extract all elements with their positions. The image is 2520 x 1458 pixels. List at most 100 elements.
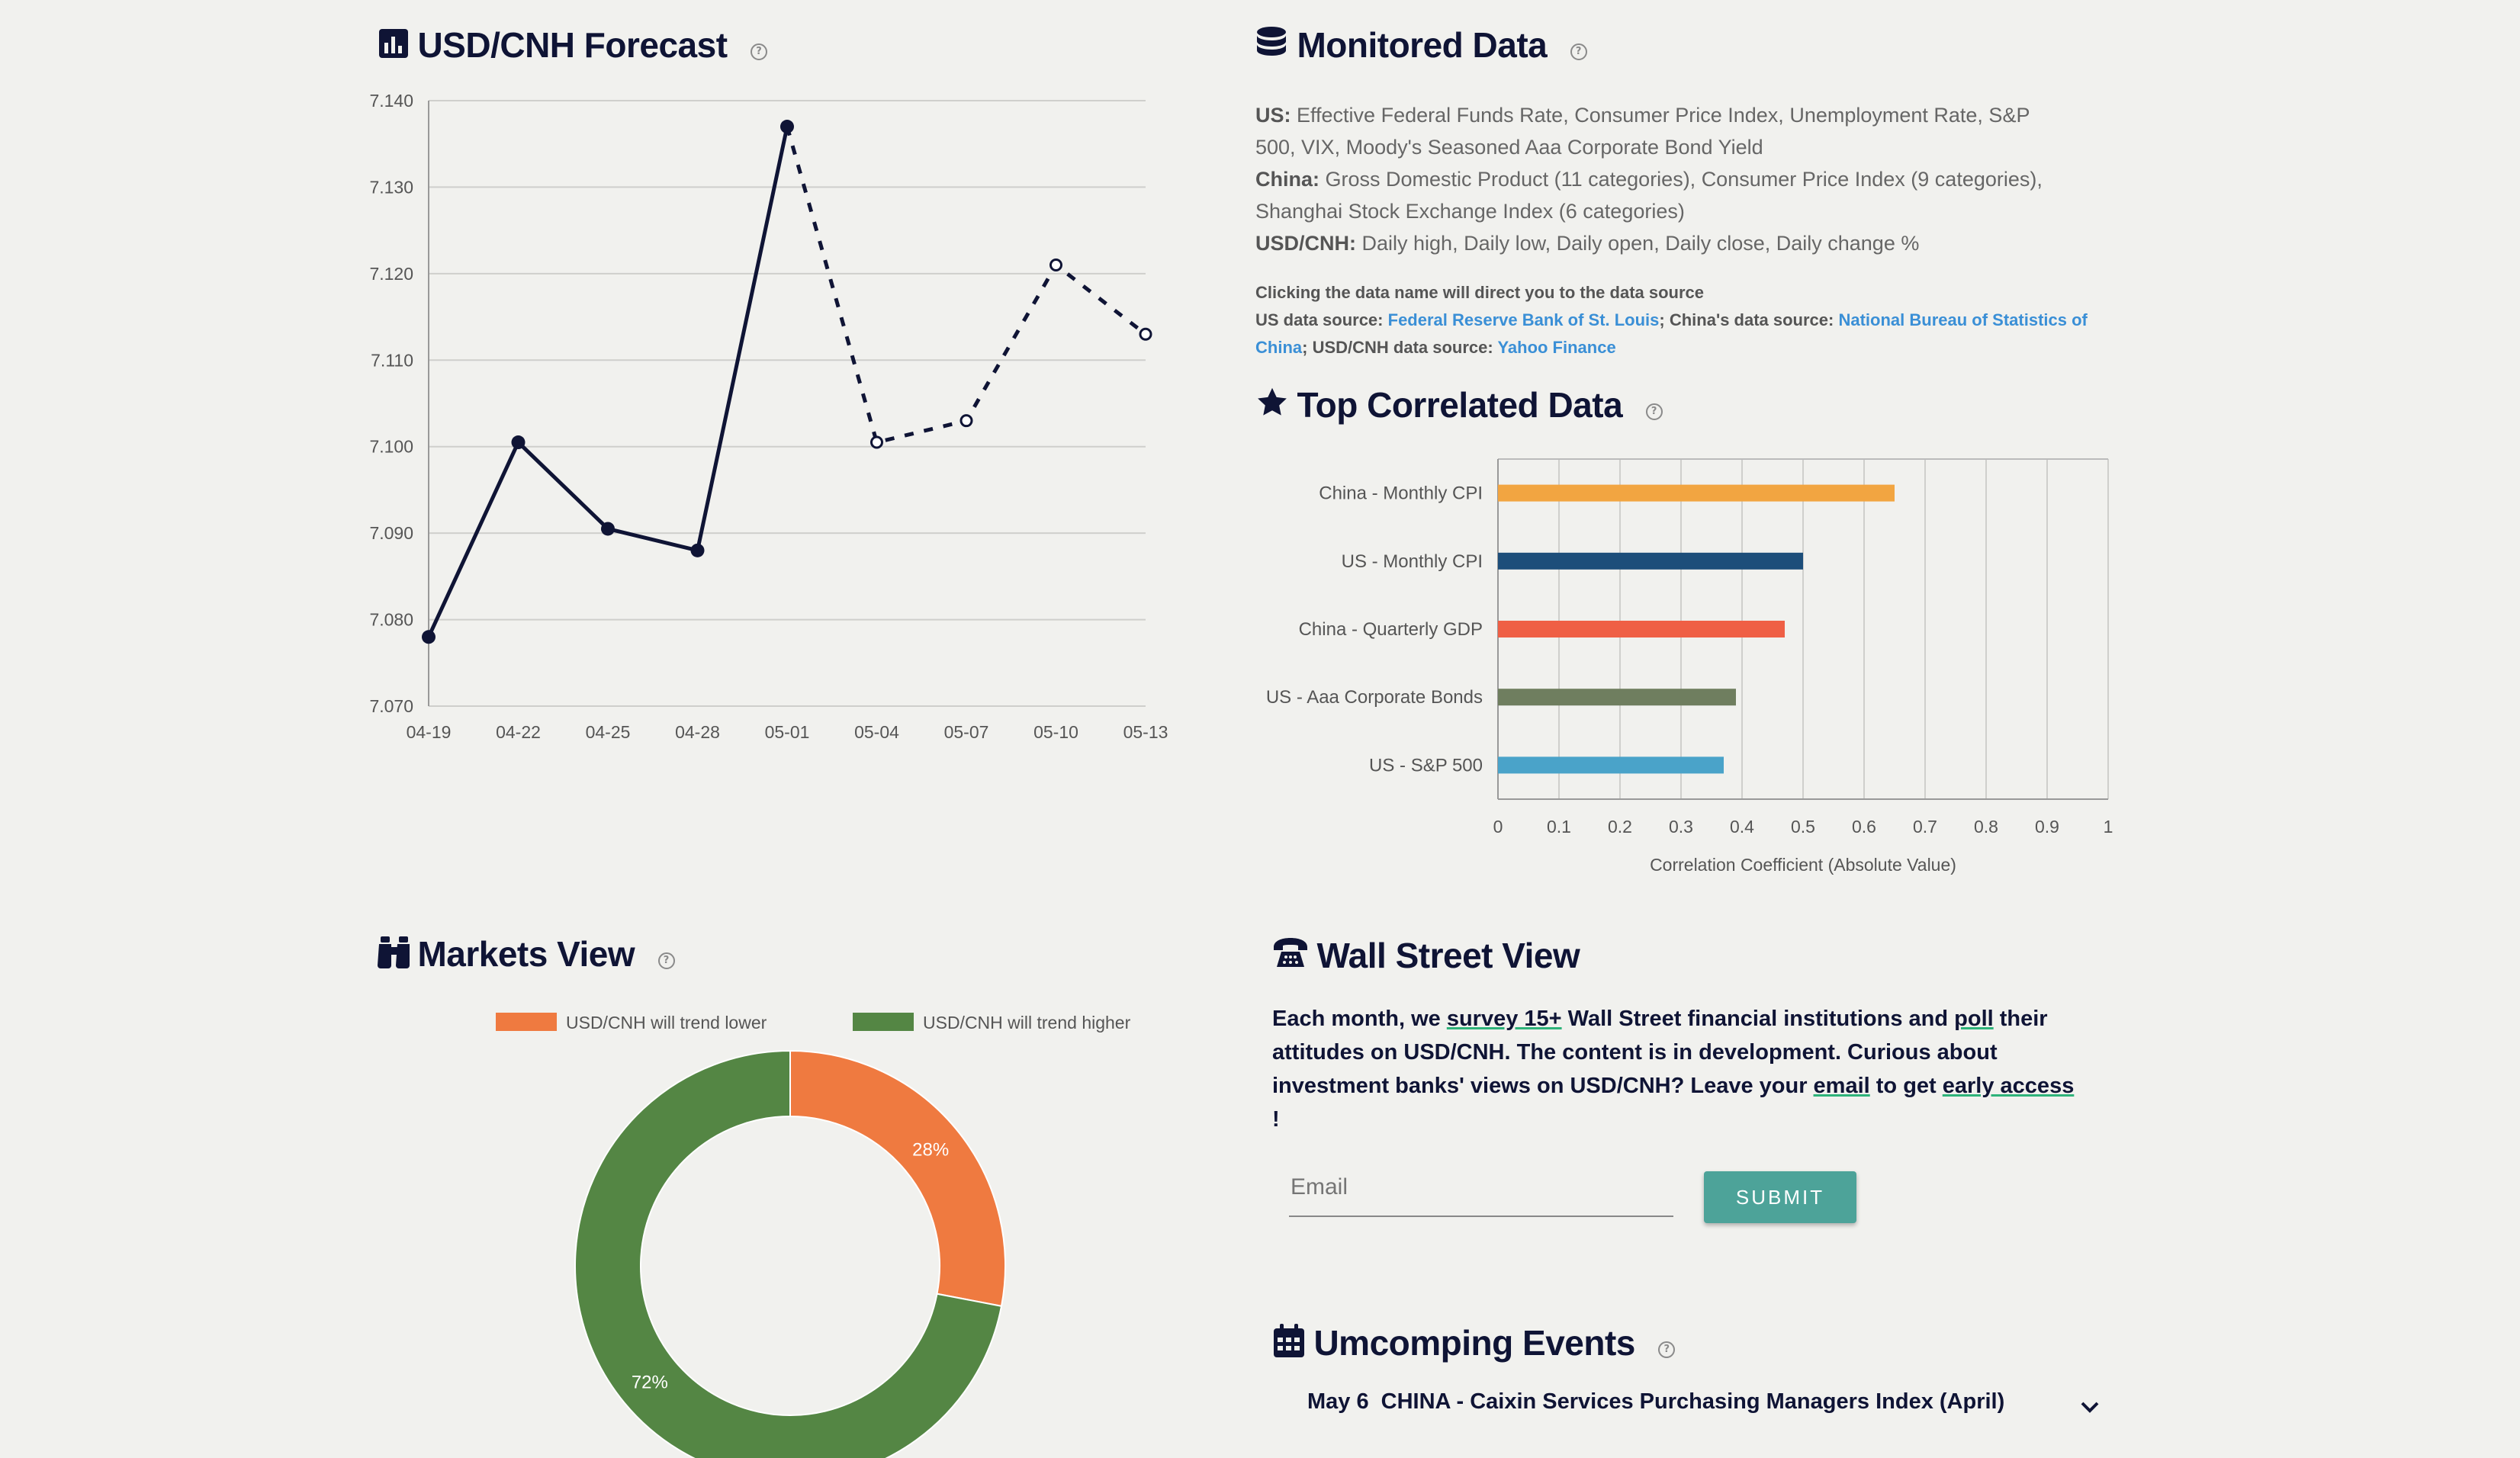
actual-point — [601, 522, 615, 536]
forecast-series-line — [785, 126, 1147, 445]
forecast-point — [1049, 259, 1062, 272]
x-tick-label: 0.8 — [1974, 817, 1998, 837]
events-header: Umcomping Events ? — [1272, 1322, 1676, 1363]
x-tick-label: 05-07 — [944, 722, 989, 742]
x-tick-label: 0.7 — [1913, 817, 1937, 837]
wallstreet-header: Wall Street View — [1272, 935, 1580, 976]
fx-series-list[interactable]: Daily high, Daily low, Daily open, Daily… — [1362, 232, 1920, 255]
x-tick-label: 04-28 — [675, 722, 720, 742]
x-tick-label: 04-25 — [586, 722, 631, 742]
x-tick-label: 0 — [1493, 817, 1503, 837]
forecast-line-chart: 7.070 7.080 7.090 7.100 7.110 7.120 7.130 7.140… — [369, 91, 1168, 742]
email-link[interactable]: email — [1814, 1074, 1870, 1098]
forecast-point — [1139, 327, 1152, 341]
source-line: US data source: Federal Reserve Bank of … — [1255, 307, 2110, 361]
poll-link[interactable]: poll — [1954, 1007, 1994, 1031]
actual-series-line — [426, 126, 789, 638]
events-title: Umcomping Events — [1313, 1323, 1635, 1363]
correlation-bar-chart: 0 0.1 0.2 0.3 0.4 0.5 0.6 0.7 0.8 0.9 1 China - Mon… — [1266, 458, 2113, 875]
wallstreet-title: Wall Street View — [1316, 936, 1580, 975]
markets-title: Markets View — [417, 934, 635, 974]
fx-monitored: USD/CNH: Daily high, Daily low, Daily op… — [1255, 227, 2049, 259]
forecast-header: USD/CNH Forecast ? — [378, 24, 767, 66]
china-label: China: — [1255, 168, 1319, 191]
actual-point — [780, 120, 794, 134]
actual-point — [511, 435, 526, 450]
forecast-title: USD/CNH Forecast — [417, 25, 728, 65]
event-item[interactable]: May 6 CHINA - Caixin Services Purchasing… — [1307, 1389, 2101, 1415]
x-tick-label: 0.5 — [1791, 817, 1815, 837]
actual-point — [690, 543, 705, 557]
x-tick-label: 0.9 — [2035, 817, 2059, 837]
markets-header: Markets View ? — [376, 933, 675, 975]
x-tick-label: 05-13 — [1123, 722, 1168, 742]
legend-label: USD/CNH will trend lower — [566, 1013, 767, 1032]
database-icon — [1257, 27, 1286, 56]
x-tick-label: 04-22 — [496, 722, 541, 742]
ws-text-1: Each month, we — [1272, 1007, 1447, 1031]
forecast-point — [959, 414, 973, 428]
china-source-label: ; China's data source: — [1659, 310, 1834, 329]
category-label: US - S&P 500 — [1369, 755, 1483, 776]
legend-swatch — [496, 1013, 557, 1031]
events-help-icon[interactable]: ? — [1658, 1341, 1676, 1358]
email-input[interactable] — [1289, 1159, 1673, 1217]
y-tick-label: 7.110 — [371, 350, 413, 370]
forecast-help-icon[interactable]: ? — [751, 43, 767, 60]
legend-label: USD/CNH will trend higher — [923, 1013, 1131, 1032]
correlated-help-icon[interactable]: ? — [1645, 403, 1663, 420]
x-tick-label: 0.1 — [1547, 817, 1571, 837]
data-sources: Clicking the data name will direct you t… — [1255, 279, 2110, 361]
correlation-bar — [1498, 552, 1803, 570]
monitored-help-icon[interactable]: ? — [1570, 43, 1587, 60]
donut-slice — [789, 1049, 1006, 1308]
x-axis-label: Correlation Coefficient (Absolute Value) — [1650, 855, 1956, 875]
legend-swatch — [853, 1013, 914, 1031]
early-access-link[interactable]: early access — [1943, 1074, 2075, 1098]
event-date: May 6 — [1307, 1389, 1369, 1414]
us-label: US: — [1255, 104, 1291, 127]
category-label: US - Aaa Corporate Bonds — [1266, 687, 1483, 708]
calendar-icon — [1274, 1324, 1304, 1357]
ws-text-5: ! — [1272, 1107, 1280, 1132]
us-monitored: US: Effective Federal Funds Rate, Consum… — [1255, 99, 2049, 163]
china-series-list[interactable]: Gross Domestic Product (11 categories), … — [1255, 168, 2043, 223]
y-tick-label: 7.080 — [369, 610, 413, 630]
x-tick-label: 05-01 — [765, 722, 810, 742]
category-label: China - Quarterly GDP — [1299, 619, 1483, 640]
slice-label: 72% — [632, 1372, 668, 1392]
y-tick-label: 7.100 — [369, 437, 413, 457]
submit-button[interactable]: SUBMIT — [1704, 1171, 1856, 1223]
yahoo-finance-link[interactable]: Yahoo Finance — [1497, 338, 1615, 357]
us-source-label: US data source: — [1255, 310, 1384, 329]
phone-icon — [1274, 938, 1307, 967]
monitored-header: Monitored Data ? — [1255, 24, 1587, 66]
event-text: CHINA - Caixin Services Purchasing Manag… — [1381, 1389, 2005, 1414]
fx-label: USD/CNH: — [1255, 232, 1356, 255]
category-label: US - Monthly CPI — [1342, 551, 1483, 572]
chevron-down-icon[interactable] — [2079, 1400, 2101, 1415]
ws-text-2: Wall Street financial institutions and — [1561, 1007, 1955, 1031]
y-tick-label: 7.090 — [369, 523, 413, 543]
us-series-list[interactable]: Effective Federal Funds Rate, Consumer P… — [1255, 104, 2030, 159]
correlation-bar — [1498, 621, 1785, 637]
category-label: China - Monthly CPI — [1319, 483, 1483, 504]
x-tick-label: 04-19 — [407, 722, 452, 742]
correlation-bar — [1498, 484, 1895, 502]
binoculars-icon — [378, 936, 410, 968]
star-icon — [1258, 387, 1287, 416]
markets-help-icon[interactable]: ? — [657, 952, 675, 969]
survey-link[interactable]: survey 15+ — [1447, 1007, 1562, 1031]
x-tick-label: 0.2 — [1608, 817, 1632, 837]
correlation-bar — [1498, 689, 1736, 706]
x-tick-label: 0.3 — [1669, 817, 1693, 837]
correlated-header: Top Correlated Data ? — [1255, 384, 1663, 426]
fx-source-label: ; USD/CNH data source: — [1302, 338, 1493, 357]
fred-link[interactable]: Federal Reserve Bank of St. Louis — [1388, 310, 1660, 329]
submit-label: SUBMIT — [1735, 1186, 1825, 1209]
wallstreet-description: Each month, we survey 15+ Wall Street fi… — [1272, 1002, 2081, 1136]
monitored-title: Monitored Data — [1297, 25, 1548, 65]
actual-point — [422, 630, 436, 644]
x-tick-label: 0.4 — [1730, 817, 1754, 837]
monitored-list: US: Effective Federal Funds Rate, Consum… — [1255, 99, 2049, 259]
